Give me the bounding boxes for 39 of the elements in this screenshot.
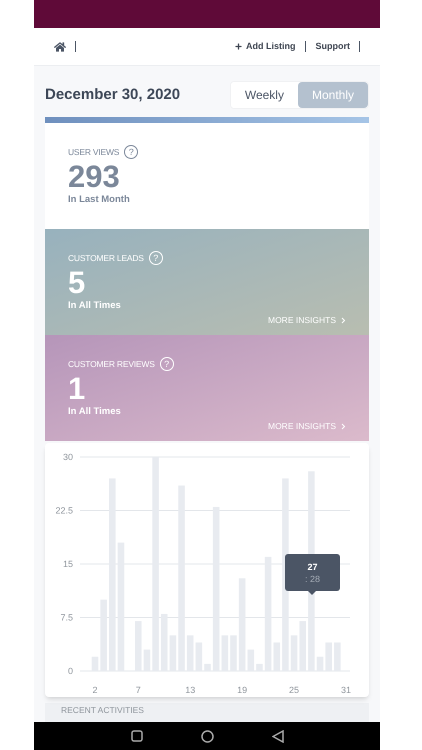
- axis-label: 7.5: [60, 612, 73, 622]
- header-link[interactable]: Support: [316, 40, 350, 54]
- stat-value: 5: [68, 267, 86, 299]
- chevron-icon: [341, 317, 346, 324]
- axis-label: 13: [185, 685, 196, 695]
- stat-value: 293: [68, 161, 120, 193]
- axis-label: 0: [68, 666, 73, 676]
- axis-label: 15: [62, 559, 73, 569]
- axis-label: 30: [62, 452, 73, 462]
- more-insights-link[interactable]: MORE INSIGHTS: [268, 420, 346, 433]
- stat-title: CUSTOMER LEADS: [68, 252, 144, 264]
- date-title: December 30, 2020: [45, 84, 180, 105]
- help-button[interactable]: ?: [148, 251, 163, 265]
- tooltip-title: 27: [307, 560, 318, 572]
- tooltip-value: : 28: [304, 572, 320, 584]
- stat-value: 1: [68, 373, 86, 405]
- help-button[interactable]: ?: [160, 357, 174, 371]
- axis-label: 25: [289, 685, 300, 695]
- back-icon[interactable]: [272, 730, 284, 742]
- stat-caption: In All Times: [68, 405, 121, 419]
- stat-title: USER VIEWS: [68, 146, 120, 158]
- stat-caption: In Last Month: [68, 193, 130, 207]
- period-tab[interactable]: Monthly: [298, 82, 368, 108]
- stat-title: CUSTOMER REVIEWS: [68, 358, 155, 370]
- plus-icon: [235, 43, 242, 50]
- more-insights-link[interactable]: MORE INSIGHTS: [268, 314, 346, 327]
- axis-label: 19: [237, 685, 248, 695]
- axis-label: 31: [341, 685, 351, 695]
- axis-label: 2: [92, 685, 98, 695]
- square-icon[interactable]: [130, 730, 142, 742]
- section-title: RECENT ACTIVITIES: [61, 704, 144, 717]
- header-link[interactable]: Add Listing: [235, 40, 296, 54]
- axis-label: 22.5: [55, 506, 73, 516]
- help-button[interactable]: ?: [124, 145, 138, 159]
- circle-icon[interactable]: [200, 730, 214, 742]
- axis-label: 7: [136, 685, 141, 695]
- chevron-icon: [341, 423, 346, 430]
- home-icon[interactable]: [54, 40, 66, 52]
- stat-caption: In All Times: [68, 299, 121, 313]
